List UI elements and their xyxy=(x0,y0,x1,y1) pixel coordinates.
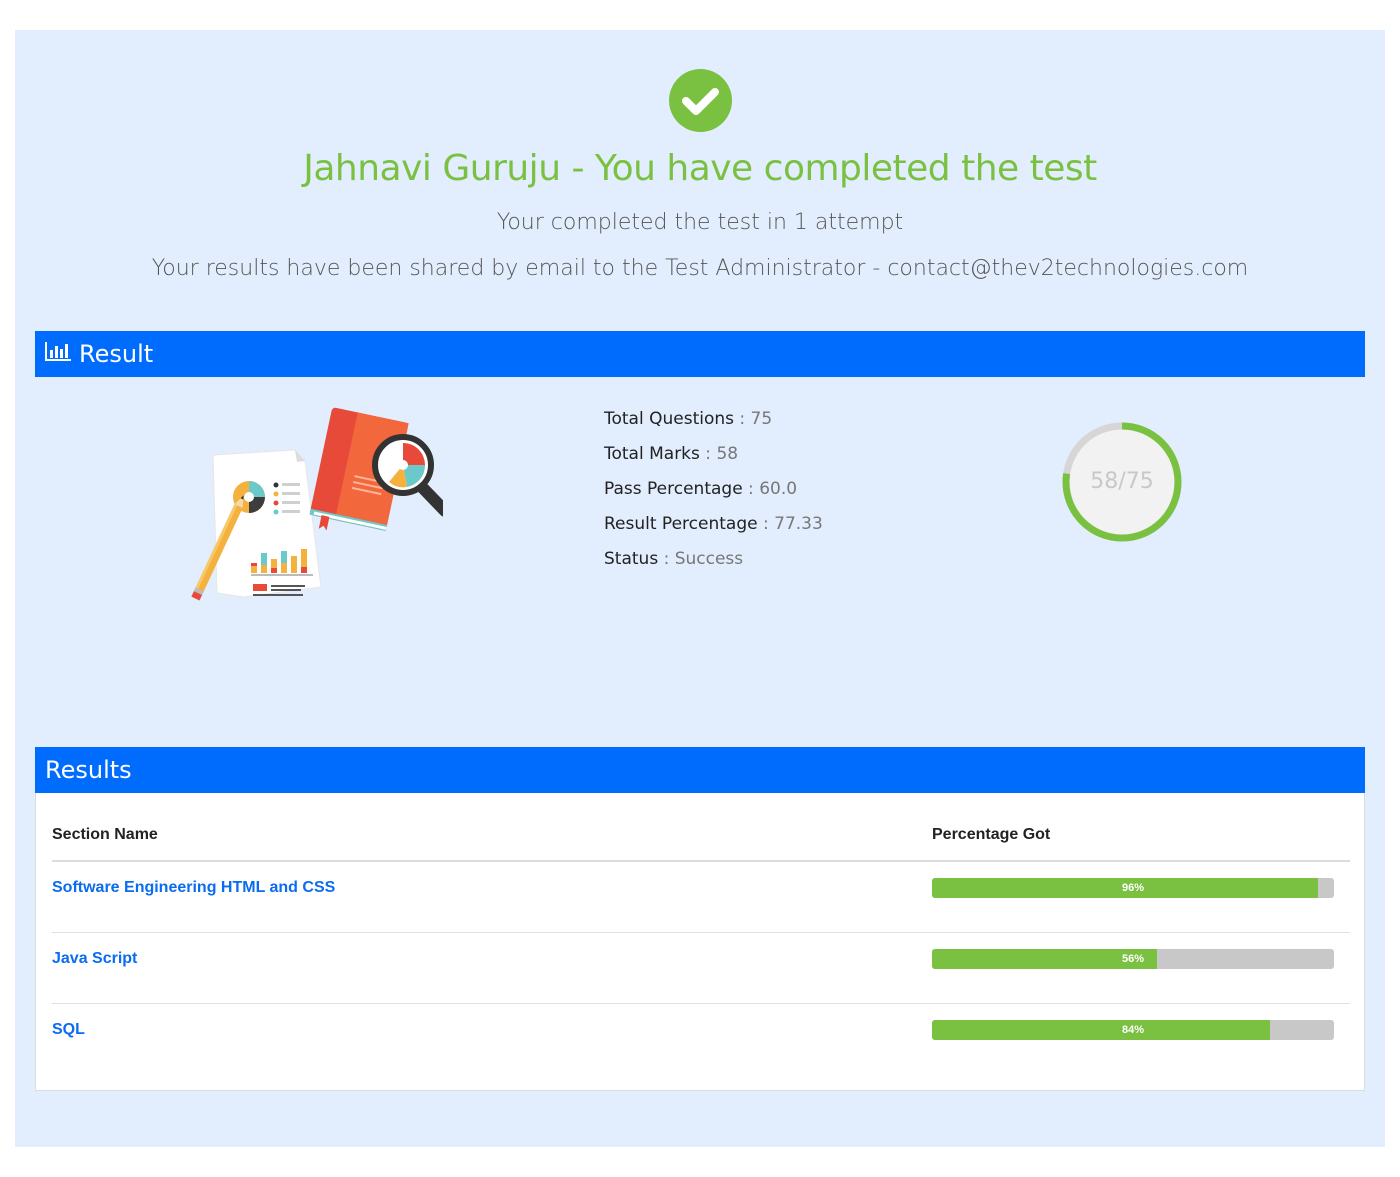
section-name-link[interactable]: Software Engineering HTML and CSS xyxy=(52,879,335,897)
stat-value: 75 xyxy=(750,409,773,429)
table-row: Java Script 56% xyxy=(52,933,1350,1004)
stat-label: Pass Percentage xyxy=(604,479,743,499)
percentage-progress-bar: 84% xyxy=(932,1020,1334,1040)
bar-chart-icon xyxy=(45,330,72,376)
results-panel-title: Results xyxy=(45,756,132,784)
results-table: Section Name Percentage Got Software Eng… xyxy=(35,793,1365,1091)
stat-value: 77.33 xyxy=(774,514,823,534)
result-panel-title: Result xyxy=(79,340,154,368)
stat-label: Result Percentage xyxy=(604,514,758,534)
stat-label: Status xyxy=(604,549,659,569)
section-name-link[interactable]: SQL xyxy=(52,1021,85,1039)
stat-total-questions: Total Questions : 75 xyxy=(604,409,773,429)
table-row: Software Engineering HTML and CSS 96% xyxy=(52,862,1350,933)
result-stats: Total Questions : 75 Total Marks : 58 Pa… xyxy=(604,407,823,582)
progress-label: 84% xyxy=(1121,1024,1145,1036)
result-panel-header: Result xyxy=(35,331,1365,377)
report-analysis-illustration xyxy=(183,403,451,603)
attempt-text: Your completed the test in 1 attempt xyxy=(496,210,904,235)
shared-email-text: Your results have been shared by email t… xyxy=(151,256,1249,281)
stat-value: 58 xyxy=(716,444,739,464)
results-panel-header: Results xyxy=(35,747,1365,793)
stat-label: Total Marks xyxy=(604,444,700,464)
column-header-section: Section Name xyxy=(52,826,158,843)
stat-status: Status : Success xyxy=(604,549,744,569)
progress-label: 56% xyxy=(1121,953,1145,965)
check-circle-icon xyxy=(669,69,732,132)
result-page: Jahnavi Guruju - You have completed the … xyxy=(15,30,1385,1147)
score-donut: 58/75 xyxy=(1060,420,1184,544)
percentage-progress-bar: 56% xyxy=(932,949,1334,969)
progress-label: 96% xyxy=(1121,882,1145,894)
section-name-link[interactable]: Java Script xyxy=(52,950,137,968)
column-header-percentage: Percentage Got xyxy=(932,826,1051,843)
table-row: SQL 84% xyxy=(52,1004,1350,1075)
stat-label: Total Questions xyxy=(604,409,734,429)
stat-result-percentage: Result Percentage : 77.33 xyxy=(604,514,823,534)
stat-value: Success xyxy=(674,549,744,569)
completion-title: Jahnavi Guruju - You have completed the … xyxy=(303,148,1097,189)
score-label: 58/75 xyxy=(1090,469,1154,494)
stat-value: 60.0 xyxy=(759,479,798,499)
stat-total-marks: Total Marks : 58 xyxy=(604,444,739,464)
stat-pass-percentage: Pass Percentage : 60.0 xyxy=(604,479,798,499)
percentage-progress-bar: 96% xyxy=(932,878,1334,898)
